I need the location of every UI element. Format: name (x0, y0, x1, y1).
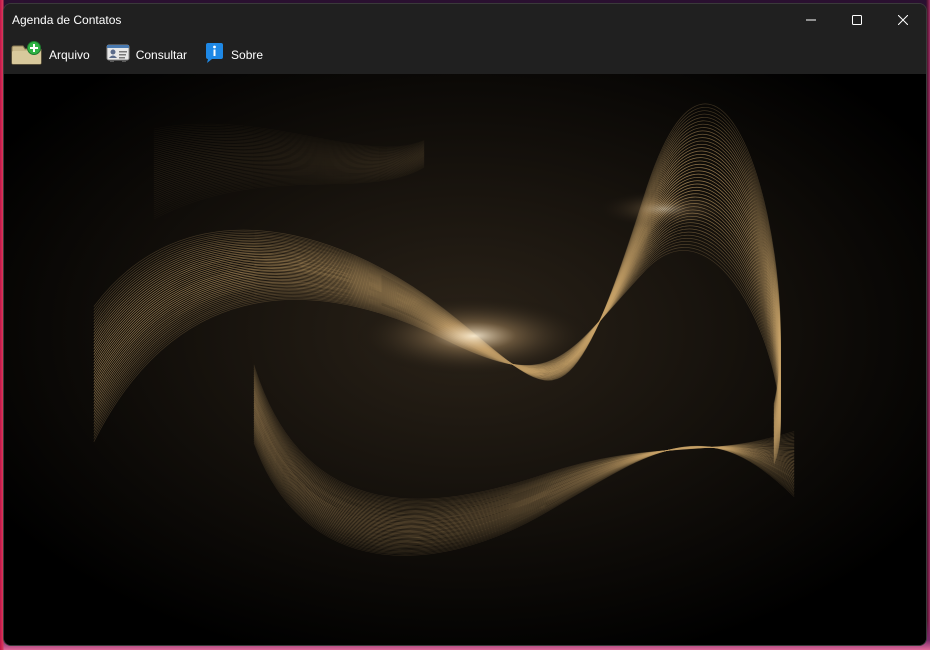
menu-item-consultar[interactable]: Consultar (100, 36, 193, 74)
contact-card-icon (106, 43, 130, 68)
close-button[interactable] (880, 4, 926, 36)
gold-wave-artwork (4, 74, 926, 645)
maximize-button[interactable] (834, 4, 880, 36)
window-title: Agenda de Contatos (12, 13, 122, 27)
minimize-icon (806, 19, 816, 21)
info-icon (203, 42, 225, 69)
menu-item-arquivo[interactable]: Arquivo (4, 36, 96, 74)
window-controls (788, 4, 926, 36)
maximize-icon (852, 15, 862, 25)
app-window: Agenda de Contatos Arquivo Consultar Sob… (3, 3, 927, 646)
folder-add-icon (11, 40, 43, 70)
menu-label-arquivo: Arquivo (49, 48, 90, 62)
menu-label-sobre: Sobre (231, 48, 264, 62)
title-bar[interactable]: Agenda de Contatos (4, 4, 926, 36)
menu-bar: Arquivo Consultar Sobre (4, 36, 926, 74)
background-image (4, 74, 926, 645)
menu-label-consultar: Consultar (135, 48, 188, 62)
menu-item-sobre[interactable]: Sobre (197, 36, 269, 74)
close-icon (898, 15, 908, 25)
minimize-button[interactable] (788, 4, 834, 36)
